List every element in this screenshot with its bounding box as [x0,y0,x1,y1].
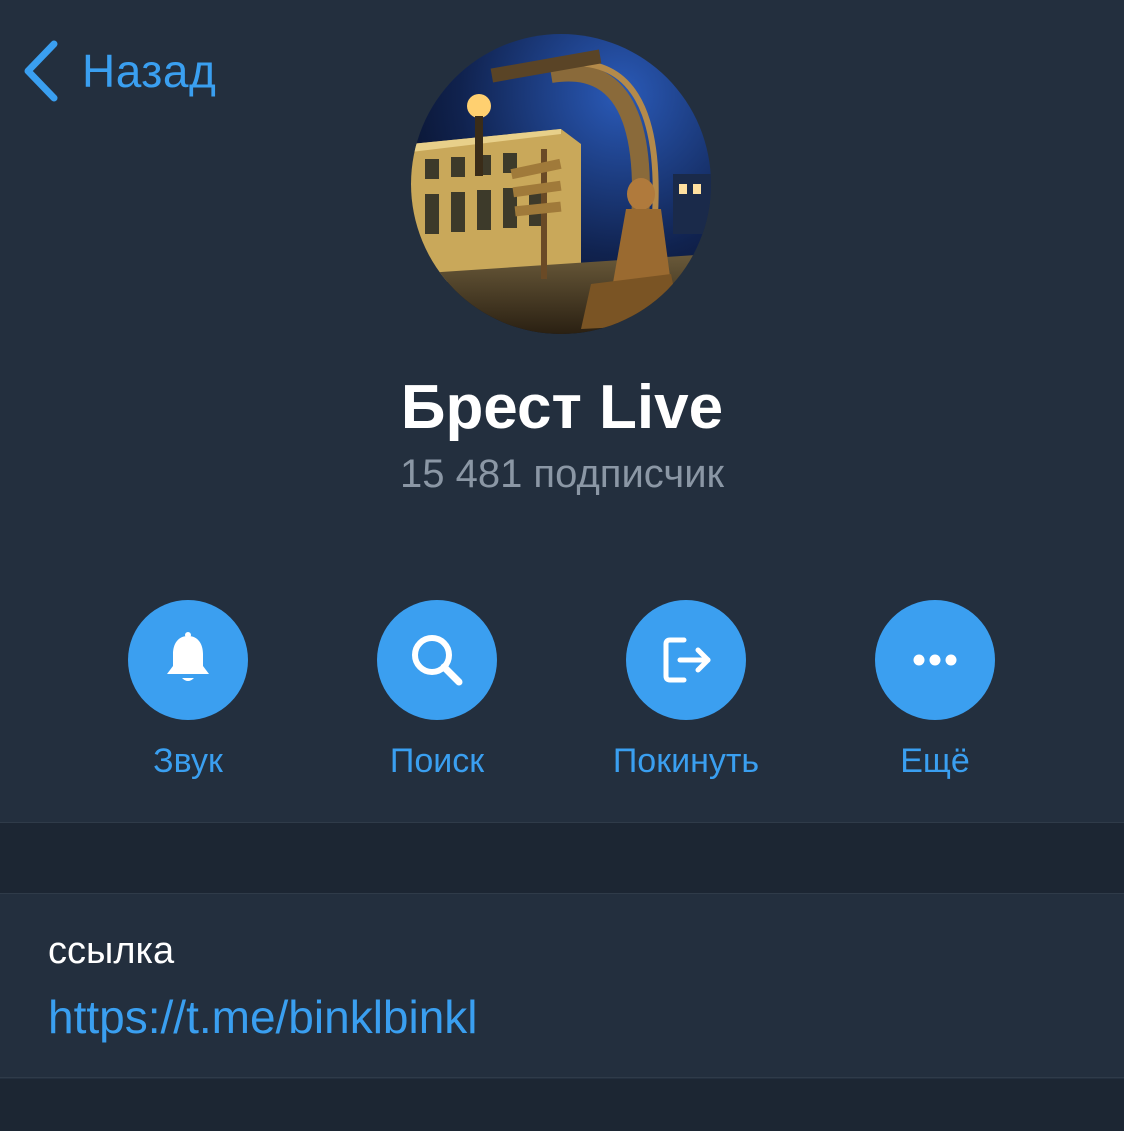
search-label: Поиск [389,742,485,780]
back-label: Назад [82,45,217,97]
bell-icon [167,632,209,681]
leave-button-circle[interactable] [626,600,746,720]
search-button[interactable]: Поиск [327,600,547,790]
chevron-left-icon [24,40,58,102]
back-button[interactable]: Назад [20,36,216,106]
avatar-photo [411,34,711,334]
search-button-circle[interactable] [377,600,497,720]
leave-label: Покинуть [612,742,760,780]
search-icon [412,635,463,686]
channel-link[interactable]: https://t.me/binklbinkl [48,990,478,1044]
more-button-circle[interactable] [875,600,995,720]
leave-icon [663,637,711,683]
more-label: Ещё [900,742,970,780]
sound-button-circle[interactable] [128,600,248,720]
more-button[interactable]: Ещё [825,600,1045,790]
sound-button[interactable]: Звук [78,600,298,790]
info-section: ссылка https://t.me/binklbinkl [0,894,1124,1078]
bottom-separator [0,1079,1124,1131]
sound-label: Звук [153,742,223,780]
subscriber-count: 15 481 подписчик [399,452,725,496]
more-icon [913,654,957,666]
channel-title: Брест Live [400,373,724,442]
leave-button[interactable]: Покинуть [576,600,796,790]
section-separator [0,822,1124,894]
channel-avatar[interactable] [411,34,711,334]
channel-info-screen: Назад Брест Live 15 481 подписчик Звук П… [0,0,1124,1131]
link-field-label: ссылка [48,930,175,972]
